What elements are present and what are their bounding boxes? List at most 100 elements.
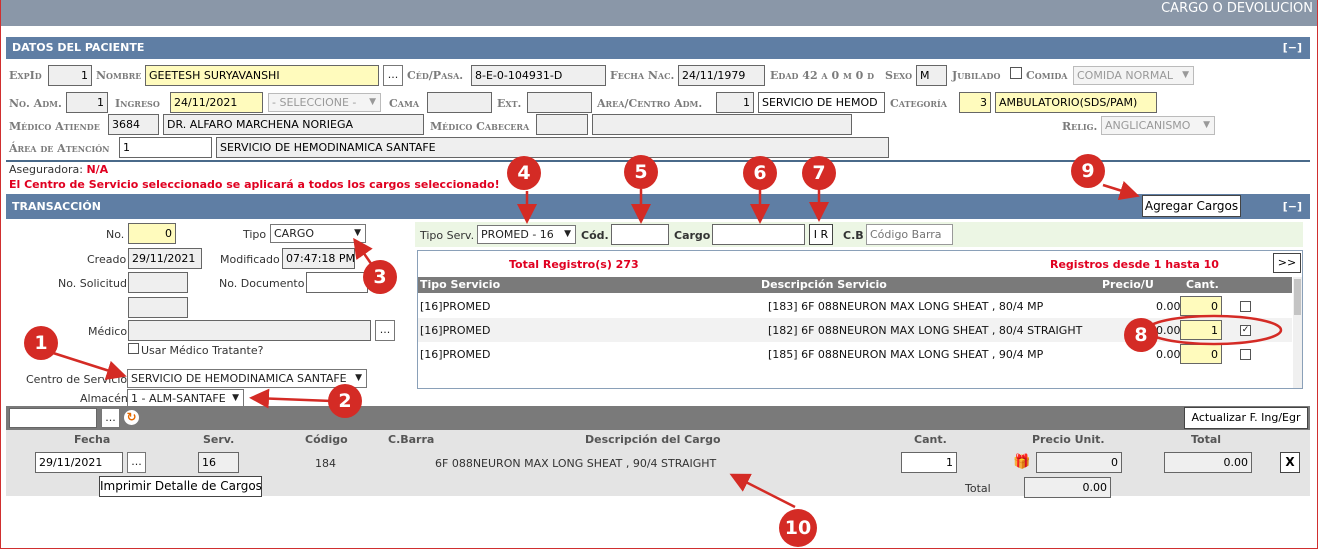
scrollbar-thumb[interactable] bbox=[1294, 279, 1301, 315]
no-adm-field[interactable]: 1 bbox=[66, 92, 108, 113]
charge-serv-field[interactable]: 16 bbox=[198, 452, 239, 473]
creado-field[interactable]: 29/11/2021 bbox=[128, 248, 202, 269]
expid-label: ExpId bbox=[9, 69, 42, 82]
relig-label: Relig. bbox=[1062, 120, 1098, 133]
chevron-down-icon: ▼ bbox=[1203, 120, 1210, 130]
ingreso-select[interactable]: - SELECCIONE - ▼ bbox=[268, 93, 381, 112]
medico-atiende-field[interactable]: DR. ALFARO MARCHENA NORIEGA bbox=[163, 114, 424, 135]
ingreso-field[interactable]: 24/11/2021 bbox=[170, 92, 263, 113]
categoria-code-field[interactable]: 3 bbox=[959, 92, 991, 113]
chevron-down-icon: ▼ bbox=[232, 393, 239, 403]
patient-lookup-button[interactable]: ... bbox=[383, 65, 403, 86]
fecha-nac-label: Fecha Nac. bbox=[610, 69, 675, 82]
sexo-label: Sexo bbox=[885, 69, 913, 82]
aseguradora-value: N/A bbox=[86, 163, 109, 176]
categoria-field[interactable]: AMBULATORIO(SDS/PAM) bbox=[995, 92, 1157, 113]
cedula-field[interactable]: 8-E-0-104931-D bbox=[471, 65, 606, 86]
charge-date-button[interactable]: ... bbox=[127, 452, 146, 473]
transaction-section-header[interactable]: TRANSACCIÓN [−] bbox=[6, 194, 1310, 219]
tipo-serv-select[interactable]: PROMED - 16 ▼ bbox=[477, 225, 576, 244]
row-checkbox[interactable] bbox=[1240, 301, 1251, 312]
row-cant-input[interactable]: 0 bbox=[1180, 344, 1222, 364]
marker-8: 8 bbox=[1124, 318, 1158, 352]
no-documento-field[interactable] bbox=[306, 272, 368, 293]
extra-field[interactable] bbox=[128, 297, 188, 318]
no-documento-label: No. Documento bbox=[219, 277, 305, 290]
next-page-button[interactable]: >> bbox=[1273, 253, 1301, 273]
remove-charge-button[interactable]: X bbox=[1280, 452, 1300, 473]
charges-header: Fecha Serv. Código C.Barra Descripción d… bbox=[6, 432, 1310, 448]
row-checkbox[interactable]: ✓ bbox=[1240, 325, 1251, 336]
table-row[interactable]: [16]PROMED [183] 6F 088NEURON MAX LONG S… bbox=[418, 294, 1292, 318]
tipo-select[interactable]: CARGO ▼ bbox=[270, 224, 366, 243]
relig-value: ANGLICANISMO bbox=[1105, 119, 1191, 132]
comida-value: COMIDA NORMAL bbox=[1077, 69, 1174, 82]
centro-servicio-select[interactable]: SERVICIO DE HEMODINAMICA SANTAFE ▼ bbox=[127, 369, 367, 388]
cargo-label: Cargo bbox=[674, 229, 711, 242]
transaction-collapse-button[interactable]: [−] bbox=[1283, 194, 1302, 219]
cedula-label: Céd/Pasa. bbox=[407, 69, 464, 82]
chevron-down-icon: ▼ bbox=[355, 373, 362, 383]
actualizar-button[interactable]: Actualizar F. Ing/Egr bbox=[1184, 407, 1308, 429]
cargo-input[interactable] bbox=[712, 224, 805, 245]
results-scrollbar[interactable] bbox=[1293, 277, 1302, 388]
medico-field[interactable] bbox=[128, 320, 371, 341]
charge-total-field[interactable]: 0.00 bbox=[1164, 452, 1252, 473]
aseguradora-line: Aseguradora: N/A bbox=[9, 163, 108, 176]
charges-code-input[interactable] bbox=[9, 408, 97, 428]
nombre-field[interactable]: GEETESH SURYAVANSHI bbox=[145, 65, 379, 86]
total-field[interactable]: 0.00 bbox=[1024, 477, 1111, 498]
charge-fecha-field[interactable]: 29/11/2021 bbox=[35, 452, 123, 473]
window-title: CARGO O DEVOLUCION bbox=[1161, 1, 1313, 16]
charge-precio-field[interactable]: 0 bbox=[1036, 452, 1122, 473]
comida-label: Comida bbox=[1026, 69, 1068, 82]
row-checkbox[interactable] bbox=[1240, 349, 1251, 360]
agregar-cargos-button[interactable]: Agregar Cargos bbox=[1142, 195, 1241, 217]
area-centro-code-field[interactable]: 1 bbox=[716, 92, 754, 113]
patient-section-header[interactable]: DATOS DEL PACIENTE [−] bbox=[6, 37, 1310, 59]
expid-field[interactable]: 1 bbox=[48, 65, 92, 86]
row-precio: 0.00 bbox=[1156, 300, 1181, 313]
aseguradora-label: Aseguradora: bbox=[9, 163, 83, 176]
table-row[interactable]: [16]PROMED [182] 6F 088NEURON MAX LONG S… bbox=[418, 318, 1292, 342]
sexo-field[interactable]: M bbox=[916, 65, 947, 86]
modificado-field[interactable]: 07:47:18 PM bbox=[282, 248, 355, 269]
gift-icon[interactable]: 🎁 bbox=[1013, 454, 1030, 471]
area-atencion-field[interactable]: SERVICIO DE HEMODINAMICA SANTAFE bbox=[216, 137, 889, 158]
col-cbarra: C.Barra bbox=[388, 433, 435, 446]
marker-6: 6 bbox=[743, 156, 777, 190]
patient-collapse-button[interactable]: [−] bbox=[1283, 37, 1302, 59]
jubilado-label: Jubilado bbox=[952, 69, 1001, 82]
col-total: Total bbox=[1191, 433, 1222, 446]
medico-lookup-button[interactable]: ... bbox=[375, 320, 395, 341]
refresh-icon[interactable]: ↻ bbox=[124, 410, 139, 425]
no-solicitud-field[interactable] bbox=[128, 272, 188, 293]
medico-label: Médico bbox=[88, 325, 128, 338]
comida-select[interactable]: COMIDA NORMAL ▼ bbox=[1073, 66, 1194, 85]
codigo-barra-input[interactable] bbox=[866, 224, 953, 245]
ir-button[interactable]: I R bbox=[809, 224, 833, 245]
medico-code-field[interactable]: 3684 bbox=[108, 114, 159, 135]
fecha-nac-field[interactable]: 24/11/1979 bbox=[678, 65, 765, 86]
table-row[interactable]: [16]PROMED [185] 6F 088NEURON MAX LONG S… bbox=[418, 342, 1292, 366]
cama-field[interactable] bbox=[427, 92, 492, 113]
chevron-down-icon: ▼ bbox=[564, 229, 571, 239]
area-centro-label: Area/Centro Adm. bbox=[597, 97, 703, 110]
cb-label: C.B bbox=[843, 229, 864, 242]
charge-cant-field[interactable]: 1 bbox=[901, 452, 957, 473]
registros-rango: Registros desde 1 hasta 10 bbox=[1050, 258, 1219, 271]
cod-input[interactable] bbox=[611, 224, 669, 245]
row-cant-input[interactable]: 1 bbox=[1180, 320, 1222, 340]
charges-lookup-button[interactable]: ... bbox=[101, 408, 120, 428]
jubilado-checkbox[interactable] bbox=[1010, 67, 1022, 79]
medico-cabecera-code-field[interactable] bbox=[536, 114, 588, 135]
medico-cabecera-field[interactable] bbox=[592, 114, 852, 135]
relig-select[interactable]: ANGLICANISMO ▼ bbox=[1101, 116, 1215, 135]
usar-medico-checkbox[interactable] bbox=[128, 343, 139, 354]
imprimir-button[interactable]: Imprimir Detalle de Cargos bbox=[99, 476, 262, 497]
area-centro-field[interactable]: SERVICIO DE HEMOD bbox=[758, 92, 885, 113]
ext-field[interactable] bbox=[527, 92, 592, 113]
row-cant-input[interactable]: 0 bbox=[1180, 296, 1222, 316]
no-field[interactable]: 0 bbox=[128, 223, 176, 244]
area-atencion-code-field[interactable]: 1 bbox=[119, 137, 212, 158]
